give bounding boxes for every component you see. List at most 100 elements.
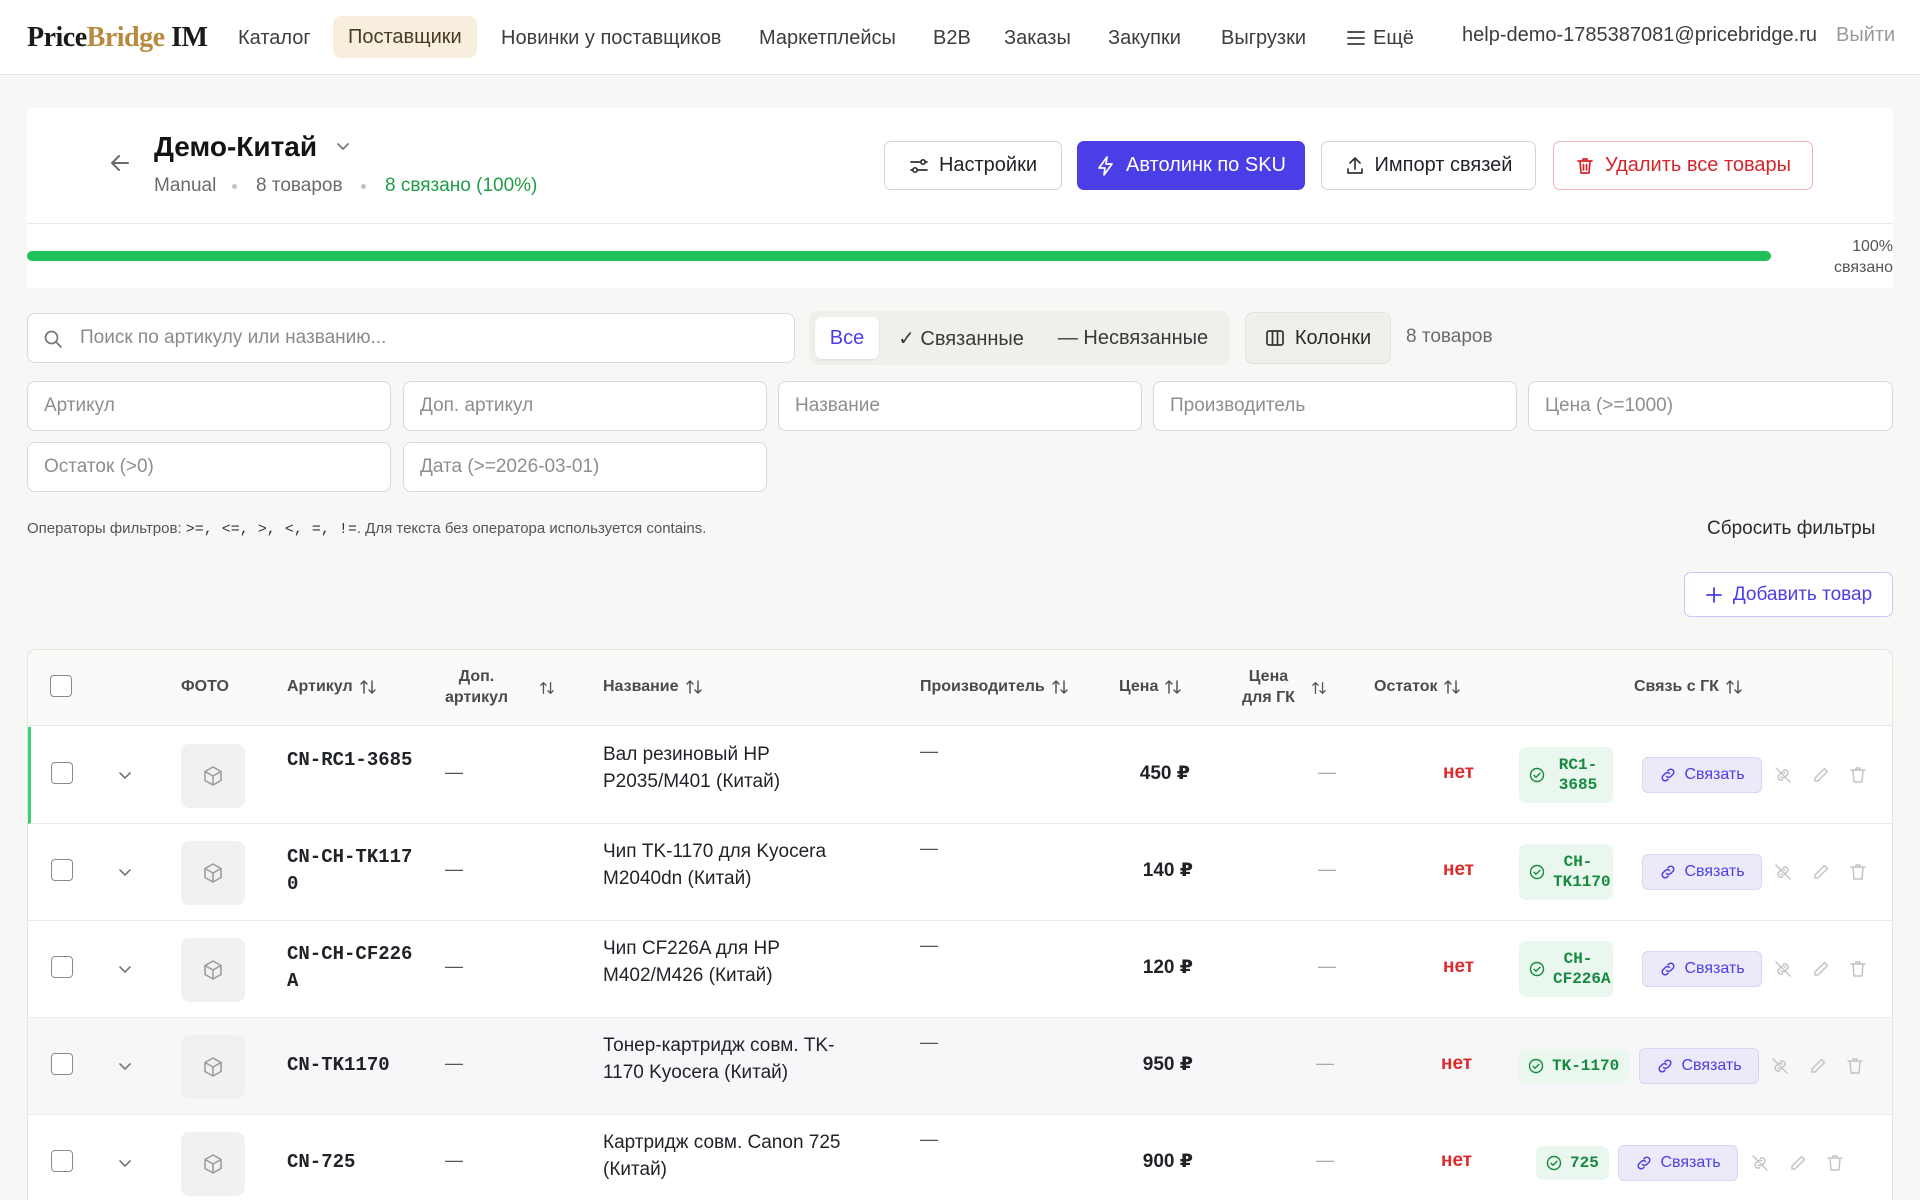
pencil-icon[interactable]	[1808, 1056, 1828, 1076]
sort-icon	[1165, 680, 1182, 694]
filter-extra-article-input[interactable]	[404, 382, 766, 430]
filter-unlinked-tab[interactable]: — Несвязанные	[1043, 317, 1223, 359]
link-button[interactable]: Связать	[1618, 1145, 1738, 1181]
chevron-down-icon[interactable]	[333, 136, 353, 156]
link-button[interactable]: Связать	[1639, 1048, 1759, 1084]
product-gk-price: —	[1316, 1150, 1334, 1170]
pencil-icon[interactable]	[1811, 765, 1831, 785]
header-manufacturer-label: Производитель	[920, 678, 1045, 695]
row-checkbox[interactable]	[51, 859, 73, 881]
add-product-button[interactable]: Добавить товар	[1684, 572, 1893, 617]
trash-icon[interactable]	[1845, 1056, 1865, 1076]
trash-icon[interactable]	[1848, 959, 1868, 979]
back-button[interactable]	[107, 150, 133, 176]
table-row[interactable]: CN-725 — Картридж совм. Canon 725 (Китай…	[28, 1115, 1892, 1200]
delete-all-products-button[interactable]: Удалить все товары	[1553, 141, 1813, 190]
supplier-type: Manual	[154, 175, 217, 196]
columns-button[interactable]: Колонки	[1245, 312, 1391, 364]
filter-linked-tab[interactable]: ✓ Связанные	[891, 317, 1031, 359]
nav-catalog[interactable]: Каталог	[238, 24, 311, 52]
filter-date	[403, 442, 767, 492]
chevron-down-icon[interactable]	[116, 960, 134, 978]
unlink-icon[interactable]	[1773, 959, 1793, 979]
table-row[interactable]: CN-CH-CF226A — Чип CF226A для HP M402/M4…	[28, 921, 1892, 1018]
pencil-icon[interactable]	[1788, 1153, 1808, 1173]
pencil-icon[interactable]	[1811, 862, 1831, 882]
link-button[interactable]: Связать	[1642, 854, 1762, 890]
filter-all-tab[interactable]: Все	[815, 317, 879, 359]
row-checkbox[interactable]	[51, 1150, 73, 1172]
unlink-icon[interactable]	[1770, 1056, 1790, 1076]
link-button-label: Связать	[1660, 1154, 1721, 1171]
header-manufacturer[interactable]: Производитель	[920, 678, 1069, 696]
trash-icon[interactable]	[1848, 765, 1868, 785]
header-extra-article[interactable]: Доп. артикул	[445, 666, 508, 708]
nav-more-label: Ещё	[1373, 26, 1414, 49]
nav-exports[interactable]: Выгрузки	[1221, 24, 1306, 52]
filter-price-input[interactable]	[1529, 382, 1892, 430]
link-icon	[1661, 865, 1675, 879]
chevron-down-icon[interactable]	[116, 766, 134, 784]
trash-icon[interactable]	[1848, 862, 1868, 882]
reset-filters-button[interactable]: Сбросить фильтры	[1707, 518, 1875, 540]
row-checkbox[interactable]	[51, 1053, 73, 1075]
filter-name-input[interactable]	[779, 382, 1141, 430]
table-row[interactable]: CN-CH-TK1170 — Чип TK-1170 для Kyocera M…	[28, 824, 1892, 921]
trash-icon[interactable]	[1825, 1153, 1845, 1173]
nav-suppliers[interactable]: Поставщики	[333, 16, 477, 58]
product-extra-article: —	[445, 1053, 463, 1073]
autolink-sku-button[interactable]: Автолинк по SKU	[1077, 141, 1305, 190]
sort-icon	[685, 680, 702, 694]
filter-manufacturer-input[interactable]	[1154, 382, 1516, 430]
search-input[interactable]	[80, 314, 780, 362]
link-icon	[1661, 962, 1675, 976]
header-price[interactable]: Цена	[1119, 678, 1182, 696]
nav-b2b[interactable]: B2B	[933, 24, 971, 52]
header-gk-price-line1: Цена	[1248, 668, 1289, 685]
select-all-checkbox[interactable]	[50, 675, 72, 697]
filter-date-input[interactable]	[404, 443, 766, 491]
logo-price: Price	[27, 22, 87, 53]
product-extra-article: —	[445, 762, 463, 782]
header-gk-price[interactable]: Цена для ГК	[1242, 666, 1295, 708]
row-checkbox[interactable]	[51, 762, 73, 784]
search-box	[27, 313, 795, 363]
nav-orders[interactable]: Заказы	[1004, 24, 1071, 52]
logout-link[interactable]: Выйти	[1836, 24, 1895, 47]
import-links-button[interactable]: Импорт связей	[1321, 141, 1536, 190]
columns-icon	[1265, 330, 1284, 346]
unlink-icon[interactable]	[1750, 1153, 1770, 1173]
product-sku: CN-TK1170	[287, 1054, 390, 1076]
header-name[interactable]: Название	[603, 678, 703, 696]
sort-icon[interactable]	[1311, 680, 1327, 696]
sort-icon[interactable]	[539, 680, 555, 696]
chevron-down-icon[interactable]	[116, 863, 134, 881]
nav-more[interactable]: Ещё	[1347, 24, 1414, 52]
pencil-icon[interactable]	[1811, 959, 1831, 979]
header-stock[interactable]: Остаток	[1374, 678, 1461, 696]
chevron-down-icon[interactable]	[116, 1154, 134, 1172]
settings-button[interactable]: Настройки	[884, 141, 1062, 190]
nav-marketplaces[interactable]: Маркетплейсы	[759, 24, 896, 52]
user-email[interactable]: help-demo-1785387081@pricebridge.ru	[1462, 24, 1817, 47]
nav-supplier-news[interactable]: Новинки у поставщиков	[501, 24, 721, 52]
gk-link-badge: 725	[1536, 1146, 1609, 1180]
product-manufacturer: —	[920, 1129, 938, 1149]
supplier-title: Демо-Китай	[154, 131, 318, 162]
filter-article-input[interactable]	[28, 382, 390, 430]
table-row[interactable]: CN-TK1170 — Тонер-картридж совм. TK-1170…	[28, 1018, 1892, 1115]
unlink-icon[interactable]	[1773, 765, 1793, 785]
row-checkbox[interactable]	[51, 956, 73, 978]
product-manufacturer: —	[920, 1032, 938, 1052]
table-row[interactable]: CN-RC1-3685 — Вал резиновый HP P2035/M40…	[28, 727, 1892, 824]
product-stock: нет	[1441, 1053, 1473, 1074]
nav-purchases[interactable]: Закупки	[1108, 24, 1181, 52]
header-gk-link[interactable]: Связь с ГК	[1634, 678, 1743, 696]
filter-stock-input[interactable]	[28, 443, 390, 491]
header-article[interactable]: Артикул	[287, 678, 377, 696]
logo[interactable]: PriceBridge IM	[27, 22, 208, 54]
link-button[interactable]: Связать	[1642, 951, 1762, 987]
link-button[interactable]: Связать	[1642, 757, 1762, 793]
chevron-down-icon[interactable]	[116, 1057, 134, 1075]
unlink-icon[interactable]	[1773, 862, 1793, 882]
